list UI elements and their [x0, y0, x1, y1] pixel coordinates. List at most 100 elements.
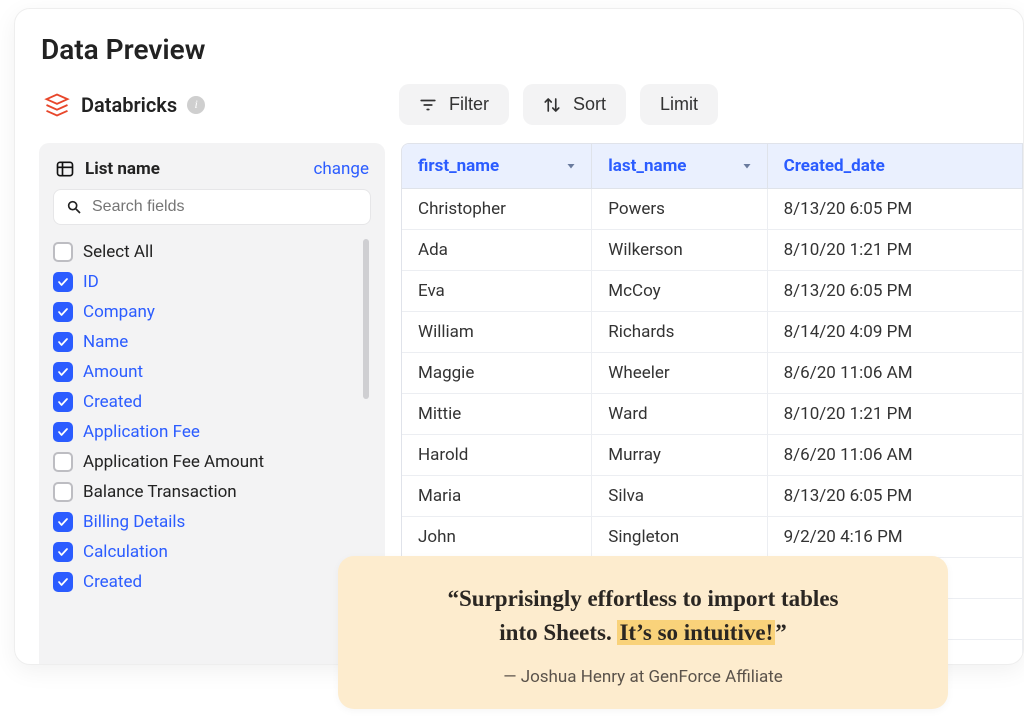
- filter-label: Filter: [449, 94, 489, 115]
- field-checkbox[interactable]: [53, 332, 73, 352]
- table-cell: 9/2/20 4:16 PM: [767, 517, 1022, 558]
- table-cell: Murray: [592, 435, 767, 476]
- filter-icon: [419, 96, 437, 114]
- field-row[interactable]: Application Fee Amount: [53, 447, 359, 477]
- field-label: Select All: [83, 242, 153, 262]
- table-cell: 8/10/20 1:21 PM: [767, 230, 1022, 271]
- field-label: Name: [83, 332, 128, 352]
- search-fields-input[interactable]: [92, 198, 358, 216]
- table-cell: Mittie: [402, 394, 592, 435]
- list-heading: List name: [85, 159, 160, 179]
- table-row[interactable]: JohnSingleton9/2/20 4:16 PM: [402, 517, 1023, 558]
- table-row[interactable]: AdaWilkerson8/10/20 1:21 PM: [402, 230, 1023, 271]
- limit-button[interactable]: Limit: [640, 84, 718, 125]
- table-cell: 8/13/20 6:05 PM: [767, 189, 1022, 230]
- field-checkbox[interactable]: [53, 242, 73, 262]
- field-checkbox[interactable]: [53, 392, 73, 412]
- field-checkbox[interactable]: [53, 572, 73, 592]
- column-header[interactable]: Created_date: [767, 144, 1022, 189]
- quote-line2-post: ”: [775, 620, 787, 645]
- table-cell: Eva: [402, 271, 592, 312]
- field-row[interactable]: Created: [53, 387, 359, 417]
- search-fields-wrap[interactable]: [53, 189, 371, 225]
- field-row[interactable]: Application Fee: [53, 417, 359, 447]
- sort-label: Sort: [573, 94, 606, 115]
- field-label: Company: [83, 302, 155, 322]
- field-checkbox[interactable]: [53, 362, 73, 382]
- databricks-icon: [43, 91, 71, 119]
- column-header[interactable]: first_name: [402, 144, 592, 189]
- field-row[interactable]: Created: [53, 567, 359, 597]
- page-title: Data Preview: [41, 33, 1023, 66]
- table-cell: Maria: [402, 476, 592, 517]
- table-row[interactable]: HaroldMurray8/6/20 11:06 AM: [402, 435, 1023, 476]
- field-row[interactable]: Company: [53, 297, 359, 327]
- table-icon: [55, 159, 75, 179]
- table-cell: Christopher: [402, 189, 592, 230]
- field-checkbox[interactable]: [53, 422, 73, 442]
- header-row: Databricks i Filter Sort: [39, 84, 1023, 125]
- toolbar: Filter Sort Limit: [399, 84, 718, 125]
- fields-list: Select All ID Company Name Amount Created Appl…: [53, 237, 371, 664]
- sort-button[interactable]: Sort: [523, 84, 626, 125]
- table-cell: Richards: [592, 312, 767, 353]
- field-checkbox[interactable]: [53, 542, 73, 562]
- field-row[interactable]: Balance Transaction: [53, 477, 359, 507]
- field-label: Created: [83, 572, 142, 592]
- table-cell: Wheeler: [592, 353, 767, 394]
- chevron-down-icon[interactable]: [565, 160, 577, 172]
- column-header[interactable]: last_name: [592, 144, 767, 189]
- table-row[interactable]: MittieWard8/10/20 1:21 PM: [402, 394, 1023, 435]
- field-checkbox[interactable]: [53, 272, 73, 292]
- table-cell: William: [402, 312, 592, 353]
- table-cell: 8/10/20 1:21 PM: [767, 394, 1022, 435]
- testimonial-card: “Surprisingly effortless to import table…: [338, 556, 948, 709]
- testimonial-text: “Surprisingly effortless to import table…: [378, 582, 908, 649]
- field-row[interactable]: Calculation: [53, 537, 359, 567]
- quote-highlight: It’s so intuitive!: [617, 620, 775, 645]
- field-row[interactable]: Billing Details: [53, 507, 359, 537]
- scrollbar-thumb[interactable]: [363, 239, 369, 399]
- field-checkbox[interactable]: [53, 512, 73, 532]
- table-cell: Harold: [402, 435, 592, 476]
- field-row[interactable]: Select All: [53, 237, 359, 267]
- field-label: Application Fee: [83, 422, 200, 442]
- table-cell: 8/13/20 6:05 PM: [767, 271, 1022, 312]
- column-header-label: Created_date: [784, 156, 885, 176]
- table-cell: 8/6/20 11:06 AM: [767, 353, 1022, 394]
- fields-sidebar: List name change Select All ID Company Name…: [39, 143, 385, 664]
- search-icon: [66, 199, 82, 215]
- column-header-label: last_name: [608, 156, 686, 176]
- chevron-down-icon[interactable]: [741, 160, 753, 172]
- table-cell: 8/13/20 6:05 PM: [767, 476, 1022, 517]
- field-label: ID: [83, 272, 99, 292]
- field-row[interactable]: Amount: [53, 357, 359, 387]
- table-cell: 8/14/20 4:09 PM: [767, 312, 1022, 353]
- table-cell: Ada: [402, 230, 592, 271]
- field-label: Amount: [83, 362, 143, 382]
- table-row[interactable]: MaggieWheeler8/6/20 11:06 AM: [402, 353, 1023, 394]
- field-checkbox[interactable]: [53, 482, 73, 502]
- field-label: Created: [83, 392, 142, 412]
- filter-button[interactable]: Filter: [399, 84, 509, 125]
- info-icon[interactable]: i: [187, 96, 205, 114]
- quote-line1: “Surprisingly effortless to import table…: [448, 586, 839, 611]
- field-row[interactable]: ID: [53, 267, 359, 297]
- table-cell: Ward: [592, 394, 767, 435]
- table-cell: Silva: [592, 476, 767, 517]
- field-row[interactable]: Name: [53, 327, 359, 357]
- field-label: Billing Details: [83, 512, 185, 532]
- table-cell: Wilkerson: [592, 230, 767, 271]
- table-row[interactable]: WilliamRichards8/14/20 4:09 PM: [402, 312, 1023, 353]
- table-row[interactable]: ChristopherPowers8/13/20 6:05 PM: [402, 189, 1023, 230]
- quote-line2-pre: into Sheets.: [499, 620, 617, 645]
- field-checkbox[interactable]: [53, 302, 73, 322]
- table-row[interactable]: EvaMcCoy8/13/20 6:05 PM: [402, 271, 1023, 312]
- table-cell: Powers: [592, 189, 767, 230]
- table-cell: McCoy: [592, 271, 767, 312]
- limit-label: Limit: [660, 94, 698, 115]
- field-checkbox[interactable]: [53, 452, 73, 472]
- table-row[interactable]: MariaSilva8/13/20 6:05 PM: [402, 476, 1023, 517]
- change-list-link[interactable]: change: [314, 159, 369, 179]
- table-cell: Singleton: [592, 517, 767, 558]
